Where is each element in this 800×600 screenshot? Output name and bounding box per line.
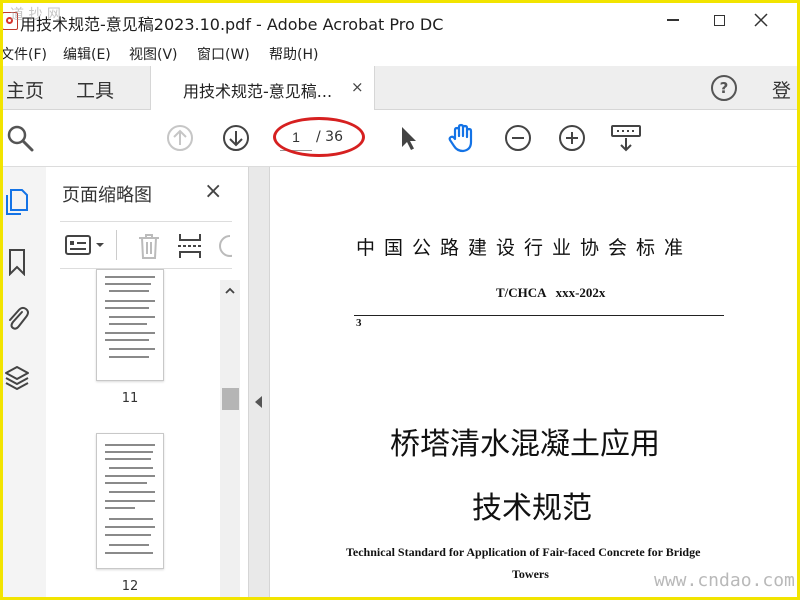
collapse-left-icon [255,396,262,408]
document-tab-label: 用技术规范-意见稿... [183,82,333,101]
title-bar: 用技术规范-意见稿2023.10.pdf - Adobe Acrobat Pro… [0,0,800,42]
panel-title: 页面缩略图 [62,185,152,206]
scrollbar-thumb[interactable] [222,388,239,410]
panel-collapse-strip[interactable] [248,167,270,600]
document-english-title-line2: Towers [512,567,549,581]
list-options-icon [65,235,104,255]
document-standard-code: T/CHCA xxx-202x [496,285,606,300]
zoom-out-button[interactable] [502,122,534,154]
tab-document[interactable]: 用技术规范-意见稿... × [150,66,375,110]
page-thumbnail[interactable] [96,433,164,569]
thumbnail-list: 11 12 [60,269,246,599]
tab-bar: 主页 工具 用技术规范-意见稿... × ? 登 [0,66,800,110]
close-icon [754,13,768,27]
search-icon [7,125,34,152]
pages-icon [6,189,28,215]
document-title-line2: 技术规范 [472,491,592,526]
watermark-top: 道 抄 网 [10,7,61,23]
tab-home[interactable]: 主页 [6,76,44,103]
hand-icon [448,123,473,153]
rotate-icon [219,235,232,257]
layers-icon [5,366,29,390]
arrow-down-circle-icon [223,125,249,151]
delete-page-button[interactable] [136,232,162,260]
next-page-button[interactable] [220,122,252,154]
paperclip-icon [9,306,29,330]
scroll-up-button[interactable] [223,283,237,297]
trash-icon [139,234,159,259]
page-number-input[interactable] [280,124,312,151]
window-title: 用技术规范-意见稿2023.10.pdf - Adobe Acrobat Pro… [20,15,444,34]
insert-page-icon [178,234,202,258]
header-rule [354,315,724,316]
keyboard-icon [611,125,641,152]
minimize-button[interactable] [660,8,686,32]
rotate-page-button[interactable] [216,232,232,260]
help-icon[interactable]: ? [711,75,737,101]
zoom-in-button[interactable] [556,122,588,154]
tab-tools[interactable]: 工具 [76,76,114,103]
site-watermark: www.cndao.com [654,570,795,591]
navigation-rail [0,167,47,600]
menu-view[interactable]: 视图(V) [129,44,178,64]
menu-file[interactable]: 文件(F) [0,44,47,64]
search-button[interactable] [4,122,36,154]
keyboard-scroll-button[interactable] [610,122,642,154]
page-navigator: / 36 [276,124,356,151]
thumbnail-page-number: 12 [121,579,139,594]
menu-help[interactable]: 帮助(H) [269,44,318,64]
close-window-button[interactable] [748,8,774,32]
arrow-up-circle-icon [167,125,193,151]
maximize-button[interactable] [706,8,732,32]
main-toolbar: / 36 [0,110,800,167]
chevron-up-icon [225,287,235,294]
bookmark-icon [9,249,25,276]
attachments-button[interactable] [4,303,30,333]
layers-button[interactable] [4,363,30,393]
previous-page-button[interactable] [164,122,196,154]
menu-edit[interactable]: 编辑(E) [63,44,111,64]
menu-window[interactable]: 窗口(W) [197,44,250,64]
panel-close-button[interactable]: × [204,179,222,204]
page-thumbnail[interactable] [96,269,164,381]
plus-circle-icon [559,125,585,151]
document-title-line1: 桥塔清水混凝土应用 [390,427,660,462]
select-tool-button[interactable] [392,122,424,154]
bookmarks-button[interactable] [4,247,30,277]
thumbnail-page-number: 11 [121,391,139,406]
document-organization: 中国公路建设行业协会标准 [356,237,693,259]
hand-tool-button[interactable] [446,122,478,154]
toolbar-divider [116,230,117,260]
menu-bar: 文件(F) 编辑(E) 视图(V) 窗口(W) 帮助(H) [0,42,800,66]
minus-circle-icon [505,125,531,151]
panel-toolbar [60,221,232,269]
page-total: / 36 [316,129,343,145]
document-english-title-line1: Technical Standard for Application of Fa… [346,545,701,559]
page-thumbnails-button[interactable] [4,187,30,217]
sign-in-button[interactable]: 登 [772,76,791,103]
page-thumbnails-panel: 页面缩略图 × 11 12 [46,167,248,600]
options-menu-button[interactable] [64,234,108,256]
document-view[interactable]: 中国公路建设行业协会标准 T/CHCA xxx-202x 3 桥塔清水混凝土应用… [270,167,800,600]
document-tab-close-button[interactable]: × [351,78,364,96]
pointer-arrow-icon [402,127,416,150]
thumbnail-scrollbar[interactable] [220,280,240,600]
insert-page-button[interactable] [176,232,204,260]
document-header-number: 3 [356,317,362,329]
